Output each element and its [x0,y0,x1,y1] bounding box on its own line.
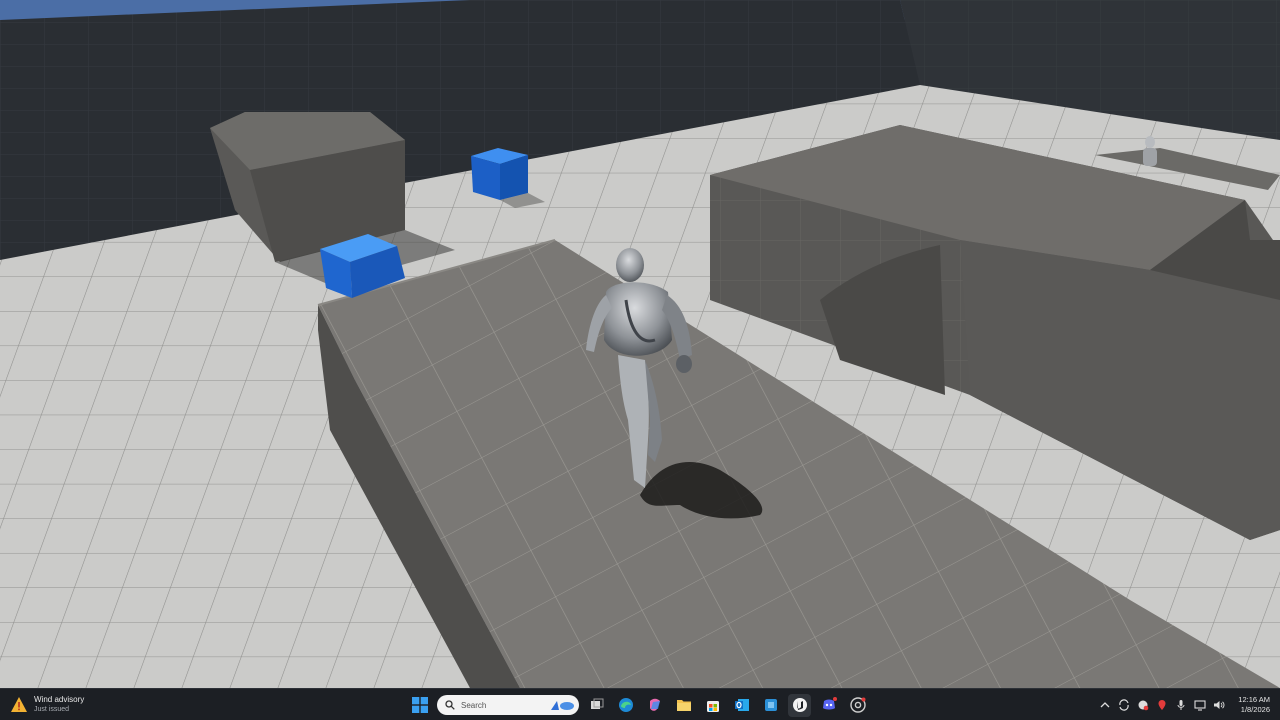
clock-date: 1/8/2026 [1240,705,1270,714]
tray-sync[interactable] [1118,699,1130,711]
warning-icon [11,697,27,712]
search-highlight-icon [551,701,574,710]
location-icon [1158,700,1166,710]
game-viewport[interactable] [0,0,1280,688]
microphone-icon [1177,700,1185,710]
search-box[interactable]: Search [437,695,579,715]
copilot-button[interactable] [643,694,666,717]
file-explorer-button[interactable] [672,694,695,717]
tray-app[interactable] [1137,699,1149,711]
task-view-icon [590,698,603,709]
monitor-network-icon [1194,700,1206,711]
sync-icon [1119,699,1129,711]
store-icon [706,701,719,712]
discord-icon [822,697,837,710]
unreal-icon [792,698,807,712]
outlook-icon [734,699,749,711]
app-tray-icon [1138,700,1149,711]
system-tray: 12:16 AM 1/8/2026 [1099,692,1270,718]
store-button[interactable] [701,694,724,717]
edge-button[interactable] [614,694,637,717]
unreal-button[interactable] [788,693,811,717]
tray-mic[interactable] [1175,699,1187,711]
search-icon [445,700,455,710]
taskbar-center: Search [408,692,869,718]
weather-widget[interactable]: Wind advisory Just issued [10,693,84,717]
clock-time: 12:16 AM [1238,695,1270,704]
copilot-icon [649,698,660,711]
blue-app-icon [764,699,777,711]
blue-app-button[interactable] [759,694,782,717]
clock[interactable]: 12:16 AM 1/8/2026 [1238,695,1270,715]
chevron-up-icon [1100,702,1110,708]
task-view-button[interactable] [585,694,608,717]
tray-volume[interactable] [1213,699,1225,711]
taskbar: Wind advisory Just issued Search 12:16 A… [0,688,1280,720]
tray-overflow-button[interactable] [1099,699,1111,711]
tray-network[interactable] [1194,699,1206,711]
discord-button[interactable] [817,694,840,717]
search-placeholder: Search [461,700,487,710]
speaker-icon [1214,701,1225,709]
edge-icon [618,698,633,712]
start-button[interactable] [408,694,431,717]
folder-icon [676,700,691,711]
widget-subtitle: Just issued [34,706,70,713]
outlook-button[interactable] [730,694,753,717]
chrome-icon [849,697,866,713]
chrome-button[interactable] [846,694,869,717]
tray-location[interactable] [1156,699,1168,711]
widget-title: Wind advisory [34,695,85,704]
game-scene[interactable] [0,0,1280,688]
windows-icon [411,697,428,713]
